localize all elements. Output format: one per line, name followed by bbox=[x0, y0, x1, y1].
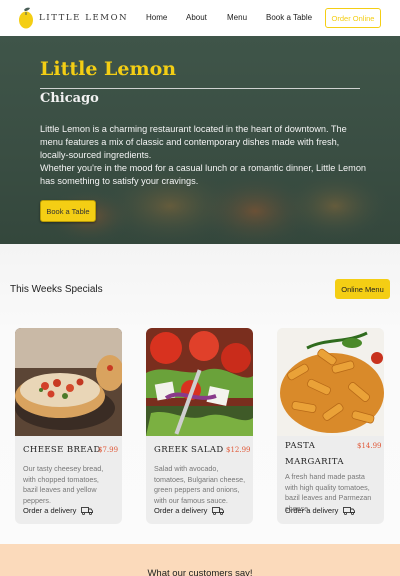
hero-paragraph: Whether you're in the mood for a casual … bbox=[40, 163, 367, 186]
delivery-truck-icon bbox=[343, 506, 356, 515]
nav-menu[interactable]: Menu bbox=[227, 13, 247, 22]
card-description: Our tasty cheesey bread, with chopped to… bbox=[23, 464, 104, 505]
cheese-bread-image bbox=[15, 328, 122, 436]
greek-salad-image bbox=[146, 328, 253, 436]
hero-divider bbox=[40, 88, 360, 89]
delivery-truck-icon bbox=[212, 506, 225, 515]
specials-title: This Weeks Specials bbox=[10, 284, 103, 295]
hero-section: Little Lemon Chicago Little Lemon is a c… bbox=[0, 36, 400, 244]
special-card[interactable]: GREEK SALAD $12.99 Salad with avocado, t… bbox=[146, 328, 253, 524]
online-menu-button[interactable]: Online Menu bbox=[335, 279, 390, 299]
order-delivery-label: Order a delivery bbox=[285, 506, 339, 515]
delivery-truck-icon bbox=[81, 506, 94, 515]
card-price: $14.99 bbox=[357, 442, 382, 450]
order-delivery-label: Order a delivery bbox=[154, 506, 208, 515]
pasta-image bbox=[277, 328, 384, 436]
hero-description: Little Lemon is a charming restaurant lo… bbox=[40, 123, 370, 188]
lemon-logo-icon bbox=[19, 7, 33, 29]
order-delivery-link[interactable]: Order a delivery bbox=[23, 506, 94, 515]
card-price: $7.99 bbox=[98, 446, 119, 454]
special-card[interactable]: PASTA MARGARITA $14.99 A fresh hand made… bbox=[277, 328, 384, 524]
nav-home[interactable]: Home bbox=[146, 13, 167, 22]
testimonials-title: What our customers say! bbox=[147, 568, 253, 576]
order-delivery-link[interactable]: Order a delivery bbox=[154, 506, 225, 515]
book-a-table-button[interactable]: Book a Table bbox=[40, 200, 96, 222]
card-title: CHEESE BREAD bbox=[23, 445, 101, 455]
testimonials-section: What our customers say! bbox=[0, 544, 400, 576]
card-description: Salad with avocado, tomatoes, Bulgarian … bbox=[154, 464, 246, 505]
card-title: PASTA MARGARITA bbox=[285, 441, 344, 467]
nav-book-a-table[interactable]: Book a Table bbox=[266, 13, 312, 22]
nav-about[interactable]: About bbox=[186, 13, 207, 22]
order-online-button[interactable]: Order Online bbox=[325, 8, 381, 28]
order-delivery-label: Order a delivery bbox=[23, 506, 77, 515]
logo[interactable]: LITTLE LEMON bbox=[18, 6, 128, 30]
site-header: LITTLE LEMON Home About Menu Book a Tabl… bbox=[0, 0, 400, 36]
card-price: $12.99 bbox=[226, 446, 251, 454]
hero-paragraph: Little Lemon is a charming restaurant lo… bbox=[40, 124, 347, 160]
card-title: GREEK SALAD bbox=[154, 445, 224, 455]
special-card[interactable]: CHEESE BREAD $7.99 Our tasty cheesey bre… bbox=[15, 328, 122, 524]
order-delivery-link[interactable]: Order a delivery bbox=[285, 506, 356, 515]
specials-section: This Weeks Specials Online Menu CHEESE B… bbox=[0, 244, 400, 544]
brand-name: LITTLE LEMON bbox=[39, 13, 129, 23]
hero-subtitle: Chicago bbox=[40, 91, 99, 106]
hero-title: Little Lemon bbox=[40, 58, 177, 80]
